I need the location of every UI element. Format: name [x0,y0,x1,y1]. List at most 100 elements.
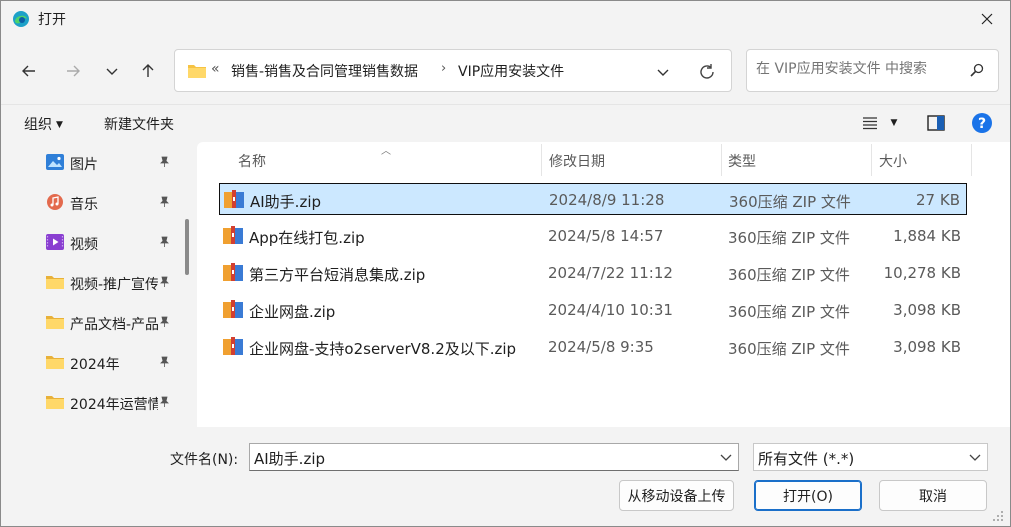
chevron-down-icon[interactable] [720,452,732,462]
column-divider[interactable] [541,144,542,176]
up-button[interactable] [134,57,162,85]
pin-icon [160,356,169,367]
file-row[interactable]: 企业网盘.zip 2024/4/10 10:31 360压缩 ZIP 文件 3,… [219,294,967,326]
file-size: 27 KB [916,191,960,209]
file-name: 第三方平台短消息集成.zip [249,266,426,284]
upload-from-mobile-button[interactable]: 从移动设备上传 [619,480,734,511]
videos-icon [46,234,64,250]
column-divider[interactable] [971,144,972,176]
music-icon [47,194,63,210]
file-type-value: 所有文件 (*.*) [758,450,855,468]
search-input[interactable] [756,61,956,77]
sidebar-item-music[interactable]: 音乐 [1,184,185,220]
column-header-type[interactable]: 类型 [728,142,868,176]
folder-icon [46,316,64,329]
column-header-date[interactable]: 修改日期 [549,142,719,176]
sidebar-item-videos[interactable]: 视频 [1,224,185,260]
address-history-button[interactable] [651,61,675,83]
search-box[interactable] [746,49,999,92]
open-button[interactable]: 打开(O) [754,480,862,511]
resize-grip-icon[interactable] [992,510,1004,522]
zip-archive-icon [223,300,243,318]
recent-locations-button[interactable] [98,57,126,85]
column-header-name[interactable]: 名称 [238,142,538,176]
new-folder-label: 新建文件夹 [104,117,174,133]
file-type: 360压缩 ZIP 文件 [728,266,850,284]
sidebar-item-label: 2024年 [70,357,120,373]
file-size: 3,098 KB [893,301,961,319]
sidebar-item-product-docs[interactable]: 产品文档-产品 [1,304,185,340]
help-icon: ? [972,113,992,133]
sidebar-item-2024[interactable]: 2024年 [1,344,185,380]
sidebar-item-pictures[interactable]: 图片 [1,144,185,180]
column-header-size[interactable]: 大小 [879,142,969,176]
new-folder-button[interactable]: 新建文件夹 [104,114,174,134]
column-divider[interactable] [721,144,722,176]
file-row[interactable]: 第三方平台短消息集成.zip 2024/7/22 11:12 360压缩 ZIP… [219,257,967,289]
sidebar-item-label: 产品文档-产品 [70,317,158,333]
file-row[interactable]: 企业网盘-支持o2serverV8.2及以下.zip 2024/5/8 9:35… [219,331,967,363]
organize-menu-button[interactable]: 组织 ▼ [24,114,63,134]
svg-text:?: ? [978,116,986,132]
chevron-down-icon [969,454,981,461]
file-row[interactable]: AI助手.zip 2024/8/9 11:28 360压缩 ZIP 文件 27 … [219,183,967,215]
file-type-select[interactable]: 所有文件 (*.*) [753,443,988,471]
sidebar-item-label: 视频-推广宣传 [70,277,158,293]
pin-icon [160,236,169,247]
pictures-icon [46,154,64,170]
pin-icon [160,156,169,167]
column-divider[interactable] [871,144,872,176]
search-icon [970,63,984,77]
overflow-chevrons[interactable]: « [211,61,220,77]
folder-icon [46,356,64,369]
pin-icon [160,316,169,327]
file-name: 企业网盘.zip [249,303,336,321]
close-icon [981,13,993,25]
address-bar[interactable]: « 销售-销售及合同管理销售数据 › VIP应用安装文件 [174,49,732,92]
back-button[interactable] [15,57,43,85]
toolbar-divider [1,104,1010,105]
organize-label: 组织 [24,117,52,133]
file-name: App在线打包.zip [249,229,365,247]
filename-value: AI助手.zip [254,450,326,468]
sidebar-item-2024-operations[interactable]: 2024年运营情况 [1,384,185,420]
pin-icon [160,196,169,207]
navigation-pane: 图片 音乐 视频 视频-推广宣传 产品文档-产品 2024年 2024年运营情 [1,142,185,427]
title-bar: 打开 [1,1,1010,39]
breadcrumb-vip-folder[interactable]: VIP应用安装文件 [458,61,564,81]
folder-icon [46,276,64,289]
chevron-down-icon [106,68,118,75]
edge-icon [13,11,29,27]
refresh-button[interactable] [695,61,719,83]
help-button[interactable]: ? [969,112,995,134]
view-menu-dropdown[interactable]: ▼ [882,112,906,134]
arrow-left-icon [22,65,35,77]
file-type: 360压缩 ZIP 文件 [728,303,850,321]
zip-archive-icon [223,337,243,355]
file-date: 2024/4/10 10:31 [548,301,673,319]
sidebar-item-label: 音乐 [70,197,98,213]
file-list: ︿ 名称 修改日期 类型 大小 AI助手.zip 2024/8/9 11:28 … [197,142,1010,427]
view-options-button[interactable] [857,112,883,134]
preview-pane-button[interactable] [923,112,949,134]
folder-icon [188,65,206,78]
file-row[interactable]: App在线打包.zip 2024/5/8 14:57 360压缩 ZIP 文件 … [219,220,967,252]
filename-input[interactable]: AI助手.zip [249,443,739,471]
file-date: 2024/7/22 11:12 [548,264,673,282]
refresh-icon [700,64,714,79]
forward-button[interactable] [59,57,87,85]
caret-down-icon: ▼ [890,118,898,128]
zip-archive-icon [224,190,244,208]
sidebar-scrollbar[interactable] [185,219,189,275]
sidebar-item-video-promo[interactable]: 视频-推广宣传 [1,264,185,300]
breadcrumb-sales[interactable]: 销售-销售及合同管理销售数据 [231,61,418,81]
file-size: 10,278 KB [883,264,961,282]
sidebar-item-label: 2024年运营情况 [70,397,158,413]
window-title: 打开 [38,12,66,28]
close-button[interactable] [964,1,1010,37]
file-type: 360压缩 ZIP 文件 [729,193,851,211]
cancel-button[interactable]: 取消 [879,480,987,511]
list-view-icon [863,117,877,130]
zip-archive-icon [223,226,243,244]
file-name: 企业网盘-支持o2serverV8.2及以下.zip [249,340,517,358]
